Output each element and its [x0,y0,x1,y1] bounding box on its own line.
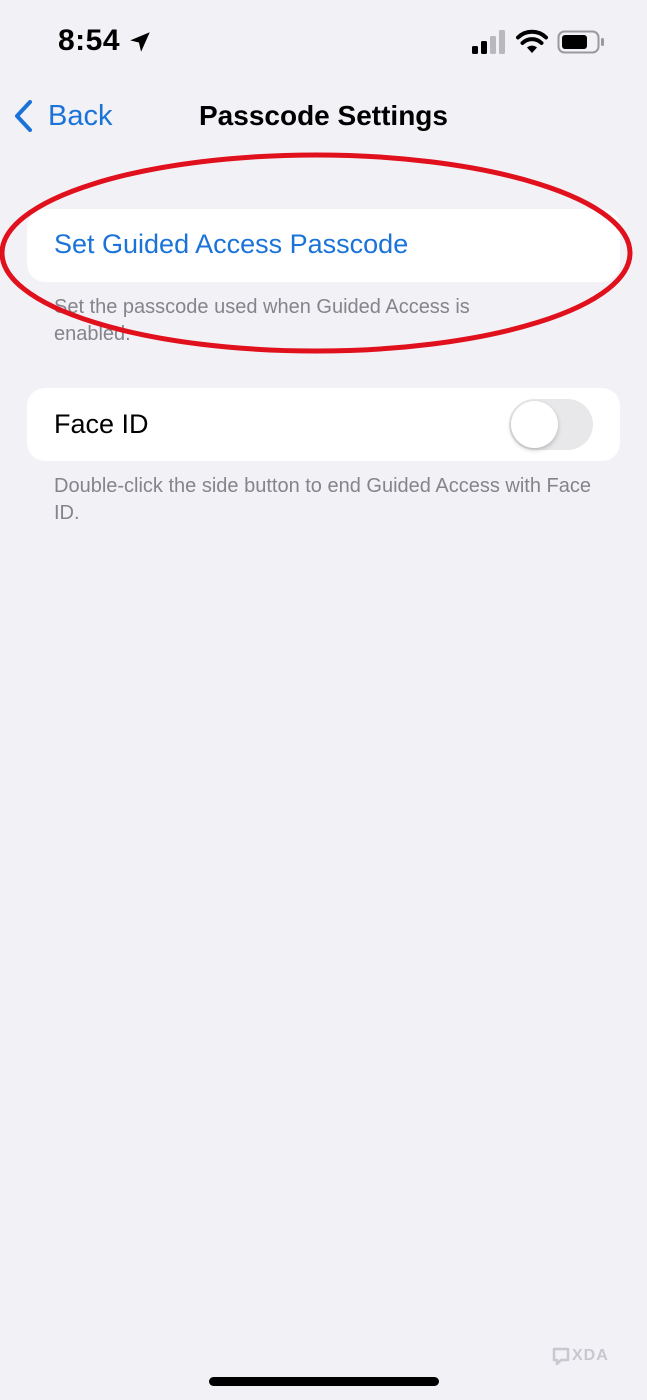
battery-icon [557,30,604,54]
navigation-bar: Back Passcode Settings [0,84,647,146]
xda-logo-icon [552,1347,570,1365]
wifi-icon [516,29,548,53]
cellular-signal-icon [472,30,505,54]
face-id-label: Face ID [54,409,149,439]
location-arrow-icon [130,32,150,52]
status-bar: 8:54 [0,0,647,80]
set-guided-access-passcode-button[interactable]: Set Guided Access Passcode [54,229,408,260]
watermark: XDA [552,1347,609,1365]
status-time: 8:54 [58,24,121,57]
face-id-footer-text: Double-click the side button to end Guid… [54,475,591,524]
toggle-knob [511,401,558,448]
face-id-group: Face ID [27,388,620,461]
face-id-toggle[interactable] [509,399,593,450]
passcode-footer-text: Set the passcode used when Guided Access… [54,296,470,345]
watermark-text: XDA [572,1347,609,1364]
home-indicator[interactable] [209,1377,439,1386]
passcode-group: Set Guided Access Passcode [27,209,620,282]
page-title: Passcode Settings [199,100,448,131]
